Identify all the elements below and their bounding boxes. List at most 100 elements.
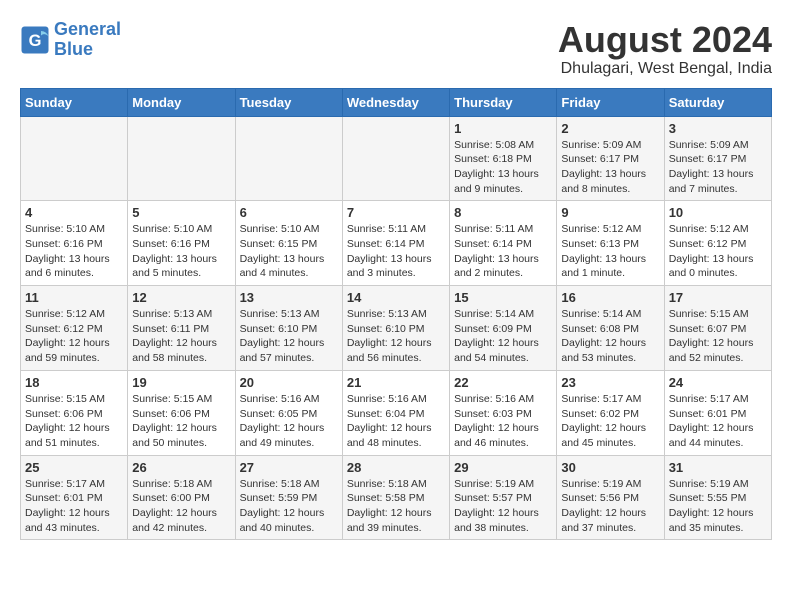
calendar-cell: 28 Sunrise: 5:18 AMSunset: 5:58 PMDayligh… [342, 455, 449, 540]
day-content: Sunrise: 5:19 AMSunset: 5:56 PMDaylight:… [561, 477, 659, 536]
calendar-cell: 27 Sunrise: 5:18 AMSunset: 5:59 PMDayligh… [235, 455, 342, 540]
day-content: Sunrise: 5:18 AMSunset: 6:00 PMDaylight:… [132, 477, 230, 536]
day-content: Sunrise: 5:17 AMSunset: 6:01 PMDaylight:… [25, 477, 123, 536]
logo-line1: General [54, 19, 121, 39]
day-number: 24 [669, 375, 767, 390]
calendar-cell: 14 Sunrise: 5:13 AMSunset: 6:10 PMDayligh… [342, 286, 449, 371]
calendar-cell: 30 Sunrise: 5:19 AMSunset: 5:56 PMDayligh… [557, 455, 664, 540]
calendar-header-saturday: Saturday [664, 88, 771, 116]
day-content: Sunrise: 5:09 AMSunset: 6:17 PMDaylight:… [669, 138, 767, 197]
day-number: 10 [669, 205, 767, 220]
calendar-cell: 16 Sunrise: 5:14 AMSunset: 6:08 PMDayligh… [557, 286, 664, 371]
day-number: 19 [132, 375, 230, 390]
day-number: 9 [561, 205, 659, 220]
logo-line2: Blue [54, 39, 93, 59]
calendar-header-row: SundayMondayTuesdayWednesdayThursdayFrid… [21, 88, 772, 116]
day-content: Sunrise: 5:10 AMSunset: 6:16 PMDaylight:… [132, 222, 230, 281]
day-number: 30 [561, 460, 659, 475]
calendar-header-friday: Friday [557, 88, 664, 116]
calendar-cell: 13Sunrise: 5:13 AMSunset: 6:10 PMDayligh… [235, 286, 342, 371]
day-content: Sunrise: 5:14 AMSunset: 6:09 PMDaylight:… [454, 307, 552, 366]
day-content: Sunrise: 5:12 AMSunset: 6:12 PMDaylight:… [25, 307, 123, 366]
calendar-cell: 11 Sunrise: 5:12 AMSunset: 6:12 PMDayligh… [21, 286, 128, 371]
calendar-header-monday: Monday [128, 88, 235, 116]
calendar-cell: 26Sunrise: 5:18 AMSunset: 6:00 PMDayligh… [128, 455, 235, 540]
title-area: August 2024 Dhulagari, West Bengal, Indi… [558, 20, 772, 78]
calendar-cell: 9 Sunrise: 5:12 AMSunset: 6:13 PMDaylight… [557, 201, 664, 286]
calendar-cell: 5 Sunrise: 5:10 AMSunset: 6:16 PMDaylight… [128, 201, 235, 286]
calendar-cell: 7Sunrise: 5:11 AMSunset: 6:14 PMDaylight… [342, 201, 449, 286]
calendar-cell: 15Sunrise: 5:14 AMSunset: 6:09 PMDayligh… [450, 286, 557, 371]
calendar-cell [128, 116, 235, 201]
page-header: G General Blue August 2024 Dhulagari, We… [20, 20, 772, 78]
calendar-cell: 18 Sunrise: 5:15 AMSunset: 6:06 PMDayligh… [21, 370, 128, 455]
logo-text: General Blue [54, 20, 121, 60]
calendar-cell: 24 Sunrise: 5:17 AMSunset: 6:01 PMDayligh… [664, 370, 771, 455]
day-content: Sunrise: 5:17 AMSunset: 6:02 PMDaylight:… [561, 392, 659, 451]
calendar-cell: 8 Sunrise: 5:11 AMSunset: 6:14 PMDaylight… [450, 201, 557, 286]
calendar-cell: 12 Sunrise: 5:13 AMSunset: 6:11 PMDayligh… [128, 286, 235, 371]
day-number: 22 [454, 375, 552, 390]
day-content: Sunrise: 5:12 AMSunset: 6:12 PMDaylight:… [669, 222, 767, 281]
calendar-week-row: 11 Sunrise: 5:12 AMSunset: 6:12 PMDayligh… [21, 286, 772, 371]
calendar-cell: 10 Sunrise: 5:12 AMSunset: 6:12 PMDayligh… [664, 201, 771, 286]
calendar-cell: 22 Sunrise: 5:16 AMSunset: 6:03 PMDayligh… [450, 370, 557, 455]
calendar-header-thursday: Thursday [450, 88, 557, 116]
day-content: Sunrise: 5:10 AMSunset: 6:15 PMDaylight:… [240, 222, 338, 281]
calendar-week-row: 1 Sunrise: 5:08 AMSunset: 6:18 PMDaylight… [21, 116, 772, 201]
day-number: 3 [669, 121, 767, 136]
logo-icon: G [20, 25, 50, 55]
day-content: Sunrise: 5:18 AMSunset: 5:59 PMDaylight:… [240, 477, 338, 536]
day-content: Sunrise: 5:17 AMSunset: 6:01 PMDaylight:… [669, 392, 767, 451]
day-number: 31 [669, 460, 767, 475]
day-number: 28 [347, 460, 445, 475]
day-content: Sunrise: 5:16 AMSunset: 6:05 PMDaylight:… [240, 392, 338, 451]
day-content: Sunrise: 5:14 AMSunset: 6:08 PMDaylight:… [561, 307, 659, 366]
calendar-cell: 17Sunrise: 5:15 AMSunset: 6:07 PMDayligh… [664, 286, 771, 371]
day-number: 25 [25, 460, 123, 475]
day-content: Sunrise: 5:16 AMSunset: 6:04 PMDaylight:… [347, 392, 445, 451]
day-content: Sunrise: 5:19 AMSunset: 5:57 PMDaylight:… [454, 477, 552, 536]
day-number: 12 [132, 290, 230, 305]
calendar-table: SundayMondayTuesdayWednesdayThursdayFrid… [20, 88, 772, 541]
day-content: Sunrise: 5:12 AMSunset: 6:13 PMDaylight:… [561, 222, 659, 281]
day-number: 4 [25, 205, 123, 220]
day-number: 21 [347, 375, 445, 390]
calendar-cell: 6Sunrise: 5:10 AMSunset: 6:15 PMDaylight… [235, 201, 342, 286]
day-number: 13 [240, 290, 338, 305]
day-number: 1 [454, 121, 552, 136]
day-number: 27 [240, 460, 338, 475]
day-number: 11 [25, 290, 123, 305]
day-number: 16 [561, 290, 659, 305]
calendar-cell: 3 Sunrise: 5:09 AMSunset: 6:17 PMDaylight… [664, 116, 771, 201]
calendar-cell: 31Sunrise: 5:19 AMSunset: 5:55 PMDayligh… [664, 455, 771, 540]
day-content: Sunrise: 5:13 AMSunset: 6:10 PMDaylight:… [347, 307, 445, 366]
day-content: Sunrise: 5:09 AMSunset: 6:17 PMDaylight:… [561, 138, 659, 197]
calendar-week-row: 25 Sunrise: 5:17 AMSunset: 6:01 PMDayligh… [21, 455, 772, 540]
day-number: 14 [347, 290, 445, 305]
calendar-cell: 1 Sunrise: 5:08 AMSunset: 6:18 PMDaylight… [450, 116, 557, 201]
calendar-cell: 20 Sunrise: 5:16 AMSunset: 6:05 PMDayligh… [235, 370, 342, 455]
day-content: Sunrise: 5:16 AMSunset: 6:03 PMDaylight:… [454, 392, 552, 451]
day-content: Sunrise: 5:13 AMSunset: 6:11 PMDaylight:… [132, 307, 230, 366]
day-number: 20 [240, 375, 338, 390]
day-content: Sunrise: 5:10 AMSunset: 6:16 PMDaylight:… [25, 222, 123, 281]
calendar-cell: 23Sunrise: 5:17 AMSunset: 6:02 PMDayligh… [557, 370, 664, 455]
calendar-cell [21, 116, 128, 201]
day-number: 5 [132, 205, 230, 220]
day-number: 18 [25, 375, 123, 390]
day-content: Sunrise: 5:11 AMSunset: 6:14 PMDaylight:… [454, 222, 552, 281]
calendar-header-sunday: Sunday [21, 88, 128, 116]
day-content: Sunrise: 5:08 AMSunset: 6:18 PMDaylight:… [454, 138, 552, 197]
day-content: Sunrise: 5:18 AMSunset: 5:58 PMDaylight:… [347, 477, 445, 536]
day-number: 8 [454, 205, 552, 220]
calendar-cell: 21 Sunrise: 5:16 AMSunset: 6:04 PMDayligh… [342, 370, 449, 455]
day-content: Sunrise: 5:11 AMSunset: 6:14 PMDaylight:… [347, 222, 445, 281]
day-content: Sunrise: 5:15 AMSunset: 6:06 PMDaylight:… [25, 392, 123, 451]
calendar-header-wednesday: Wednesday [342, 88, 449, 116]
calendar-cell: 25 Sunrise: 5:17 AMSunset: 6:01 PMDayligh… [21, 455, 128, 540]
calendar-cell [235, 116, 342, 201]
day-content: Sunrise: 5:15 AMSunset: 6:07 PMDaylight:… [669, 307, 767, 366]
calendar-cell: 4 Sunrise: 5:10 AMSunset: 6:16 PMDaylight… [21, 201, 128, 286]
calendar-cell: 29Sunrise: 5:19 AMSunset: 5:57 PMDayligh… [450, 455, 557, 540]
